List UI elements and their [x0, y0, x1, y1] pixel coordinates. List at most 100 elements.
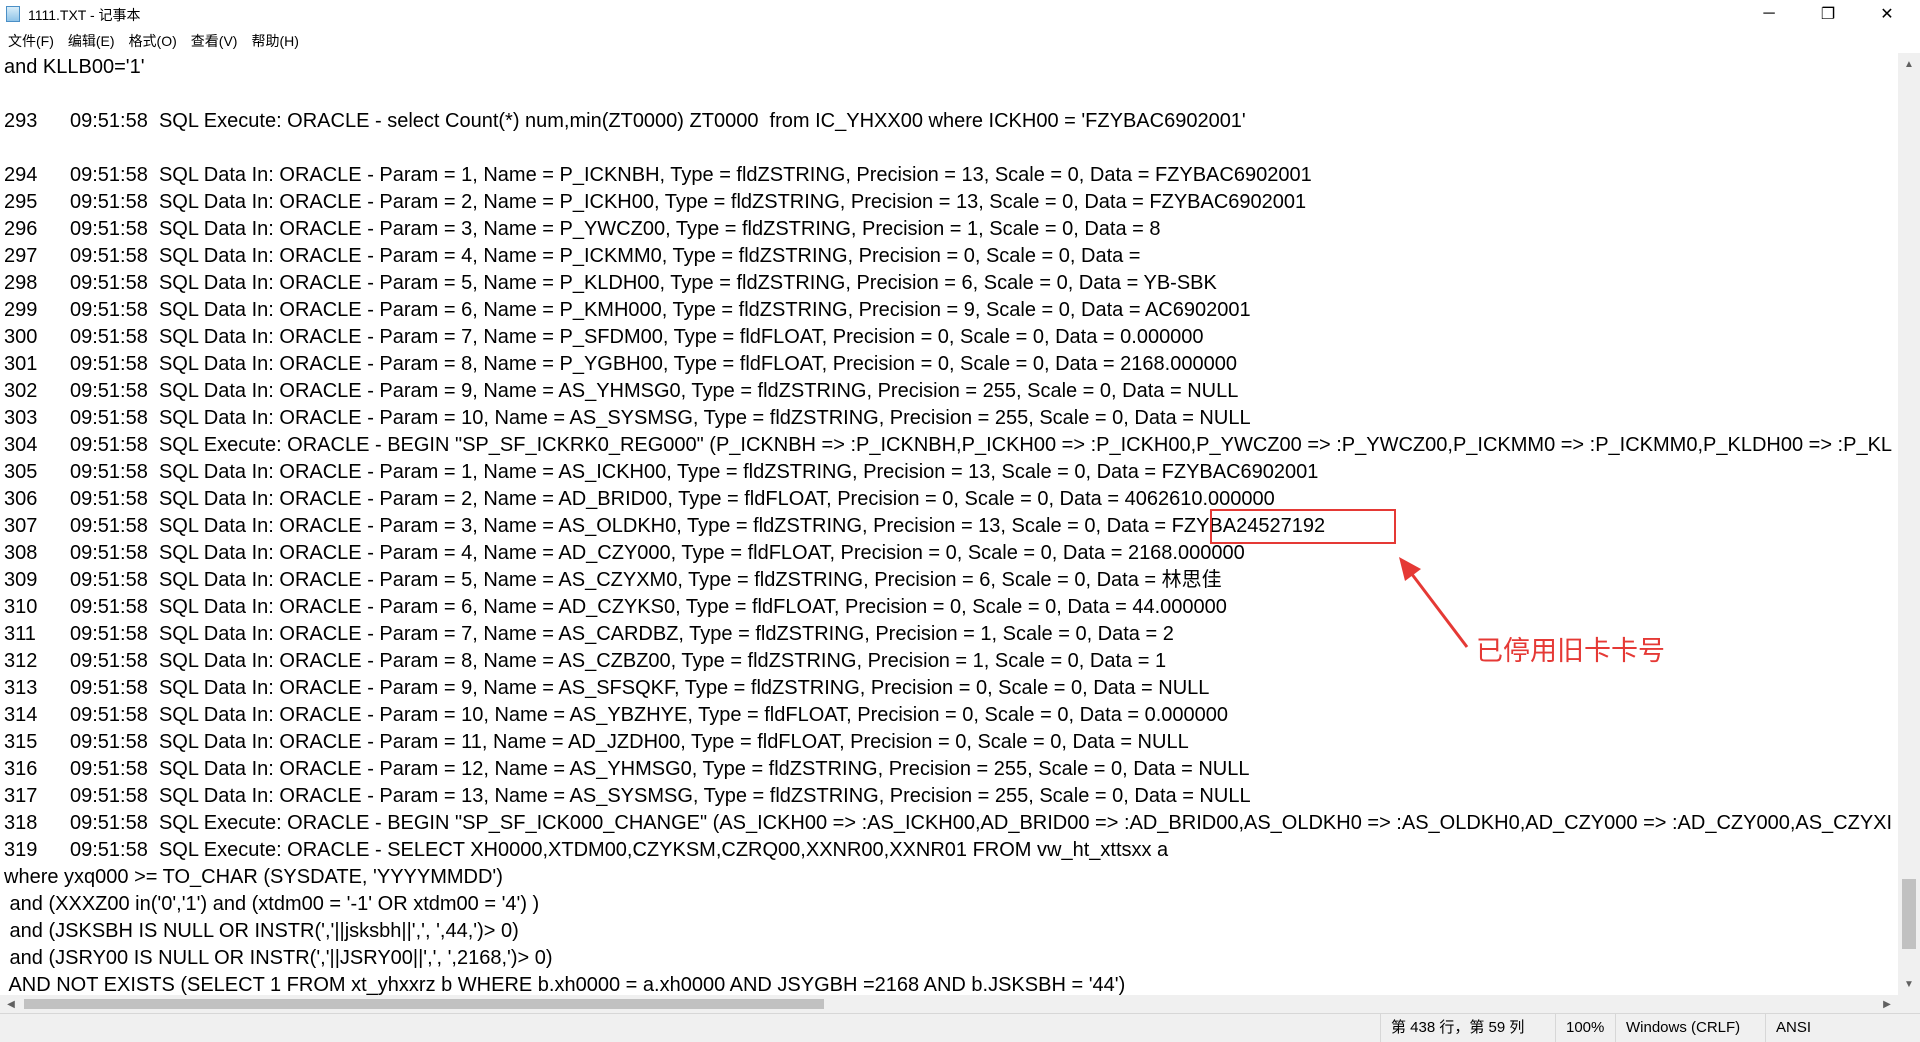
line-text: 09:51:58 SQL Data In: ORACLE - Param = 1… — [70, 785, 1251, 807]
line-text: 09:51:58 SQL Data In: ORACLE - Param = 3… — [70, 515, 1326, 537]
minimize-button[interactable]: ─ — [1740, 0, 1798, 28]
text-line: 319 09:51:58 SQL Execute: ORACLE - SELECT… — [4, 837, 1168, 864]
line-number: 293 — [4, 110, 38, 132]
line-text: and (JSRY00 IS NULL OR INSTR(','||JSRY00… — [4, 947, 553, 969]
line-text: 09:51:58 SQL Execute: ORACLE - BEGIN "SP… — [70, 434, 1893, 456]
encoding: ANSI — [1765, 1014, 1920, 1042]
line-number: 308 — [4, 542, 38, 564]
line-text: and KLLB00='1' — [4, 56, 145, 78]
line-number: 306 — [4, 488, 38, 510]
line-text: 09:51:58 SQL Data In: ORACLE - Param = 5… — [70, 272, 1217, 294]
text-line: 293 09:51:58 SQL Execute: ORACLE - select… — [4, 108, 1246, 135]
text-line: 301 09:51:58 SQL Data In: ORACLE - Param … — [4, 351, 1237, 378]
highlight-box — [1210, 509, 1396, 544]
notepad-icon — [6, 6, 20, 22]
line-number: 311 — [4, 623, 36, 645]
text-line: 311 09:51:58 SQL Data In: ORACLE - Param … — [4, 621, 1174, 648]
line-number: 307 — [4, 515, 38, 537]
annotation-label: 已停用旧卡卡号 — [1476, 636, 1665, 667]
text-line: AND NOT EXISTS (SELECT 1 FROM xt_yhxxrz … — [4, 972, 1125, 995]
line-text: 09:51:58 SQL Data In: ORACLE - Param = 1… — [70, 704, 1229, 726]
menu-file[interactable]: 文件(F) — [2, 31, 60, 51]
text-line: 306 09:51:58 SQL Data In: ORACLE - Param … — [4, 486, 1275, 513]
line-text: and (XXXZ00 in('0','1') and (xtdm00 = '-… — [4, 893, 540, 915]
line-text: 09:51:58 SQL Data In: ORACLE - Param = 7… — [70, 326, 1204, 348]
line-number: 301 — [4, 353, 38, 375]
text-line: 295 09:51:58 SQL Data In: ORACLE - Param … — [4, 189, 1306, 216]
line-text: 09:51:58 SQL Data In: ORACLE - Param = 6… — [70, 299, 1251, 321]
line-text: 09:51:58 SQL Execute: ORACLE - BEGIN "SP… — [70, 812, 1893, 834]
text-line: 313 09:51:58 SQL Data In: ORACLE - Param … — [4, 675, 1209, 702]
text-line: and (JSRY00 IS NULL OR INSTR(','||JSRY00… — [4, 945, 553, 972]
line-number: 319 — [4, 839, 38, 861]
line-text: 09:51:58 SQL Data In: ORACLE - Param = 7… — [70, 623, 1174, 645]
line-text: 09:51:58 SQL Data In: ORACLE - Param = 8… — [70, 650, 1167, 672]
text-line: 304 09:51:58 SQL Execute: ORACLE - BEGIN … — [4, 432, 1892, 459]
cursor-position: 第 438 行，第 59 列 — [1380, 1014, 1555, 1042]
restore-icon: ❐ — [1820, 6, 1836, 23]
line-text: 09:51:58 SQL Data In: ORACLE - Param = 1… — [70, 164, 1312, 186]
text-line: 298 09:51:58 SQL Data In: ORACLE - Param … — [4, 270, 1217, 297]
menu-format[interactable]: 格式(O) — [123, 31, 183, 51]
line-number: 303 — [4, 407, 38, 429]
scroll-up-icon[interactable]: ▲ — [1898, 53, 1920, 75]
close-button[interactable]: ✕ — [1858, 0, 1916, 28]
menu-view[interactable]: 查看(V) — [185, 31, 244, 51]
text-line: 308 09:51:58 SQL Data In: ORACLE - Param … — [4, 540, 1245, 567]
horizontal-scrollbar[interactable]: ◀ ▶ — [0, 995, 1898, 1013]
text-line: and (JSKSBH IS NULL OR INSTR(','||jsksbh… — [4, 918, 519, 945]
text-line: 299 09:51:58 SQL Data In: ORACLE - Param … — [4, 297, 1251, 324]
line-text: 09:51:58 SQL Data In: ORACLE - Param = 4… — [70, 245, 1141, 267]
line-number: 298 — [4, 272, 38, 294]
menu-bar: 文件(F) 编辑(E) 格式(O) 查看(V) 帮助(H) — [0, 30, 1920, 52]
vertical-scrollbar[interactable]: ▲ ▼ — [1898, 53, 1920, 995]
line-text: 09:51:58 SQL Data In: ORACLE - Param = 9… — [70, 677, 1210, 699]
line-number: 297 — [4, 245, 38, 267]
line-number: 315 — [4, 731, 38, 753]
line-text: 09:51:58 SQL Execute: ORACLE - select Co… — [70, 110, 1246, 132]
line-text: 09:51:58 SQL Data In: ORACLE - Param = 6… — [70, 596, 1227, 618]
line-text: 09:51:58 SQL Data In: ORACLE - Param = 2… — [70, 488, 1275, 510]
scroll-right-icon[interactable]: ▶ — [1876, 995, 1898, 1013]
line-number: 314 — [4, 704, 38, 726]
text-line: 307 09:51:58 SQL Data In: ORACLE - Param … — [4, 513, 1325, 540]
status-bar: 第 438 行，第 59 列 100% Windows (CRLF) ANSI — [0, 1013, 1920, 1042]
scroll-down-icon[interactable]: ▼ — [1898, 973, 1920, 995]
line-number: 305 — [4, 461, 38, 483]
menu-help[interactable]: 帮助(H) — [245, 31, 304, 51]
vertical-scroll-thumb[interactable] — [1902, 879, 1916, 949]
title-bar: 1111.TXT - 记事本 ─ ❐ ✕ — [0, 0, 1920, 28]
text-line: 303 09:51:58 SQL Data In: ORACLE - Param … — [4, 405, 1251, 432]
horizontal-scroll-thumb[interactable] — [24, 999, 824, 1009]
line-number: 296 — [4, 218, 38, 240]
line-text: 09:51:58 SQL Execute: ORACLE - SELECT XH… — [70, 839, 1169, 861]
scroll-left-icon[interactable]: ◀ — [0, 995, 22, 1013]
text-line: 300 09:51:58 SQL Data In: ORACLE - Param … — [4, 324, 1204, 351]
line-number: 316 — [4, 758, 38, 780]
line-number: 312 — [4, 650, 38, 672]
text-line: 294 09:51:58 SQL Data In: ORACLE - Param … — [4, 162, 1312, 189]
scrollbar-corner — [1898, 995, 1920, 1013]
window-title: 1111.TXT - 记事本 — [28, 7, 141, 23]
text-line: 316 09:51:58 SQL Data In: ORACLE - Param … — [4, 756, 1249, 783]
line-text: 09:51:58 SQL Data In: ORACLE - Param = 5… — [70, 569, 1222, 591]
line-text: 09:51:58 SQL Data In: ORACLE - Param = 2… — [70, 191, 1307, 213]
line-number: 302 — [4, 380, 38, 402]
line-text: where yxq000 >= TO_CHAR (SYSDATE, 'YYYYM… — [4, 866, 503, 888]
line-number: 310 — [4, 596, 38, 618]
line-text: and (JSKSBH IS NULL OR INSTR(','||jsksbh… — [4, 920, 519, 942]
line-number: 300 — [4, 326, 38, 348]
text-line: 317 09:51:58 SQL Data In: ORACLE - Param … — [4, 783, 1251, 810]
line-text: 09:51:58 SQL Data In: ORACLE - Param = 3… — [70, 218, 1161, 240]
text-line: 297 09:51:58 SQL Data In: ORACLE - Param … — [4, 243, 1140, 270]
maximize-button[interactable]: ❐ — [1799, 0, 1857, 28]
text-line: 312 09:51:58 SQL Data In: ORACLE - Param … — [4, 648, 1166, 675]
line-number: 313 — [4, 677, 38, 699]
line-text: 09:51:58 SQL Data In: ORACLE - Param = 1… — [70, 731, 1189, 753]
text-editor[interactable]: and KLLB00='1' 293 09:51:58 SQL Execute: O… — [0, 53, 1898, 995]
annotation-arrow — [1399, 557, 1469, 648]
line-number: 317 — [4, 785, 38, 807]
line-text: 09:51:58 SQL Data In: ORACLE - Param = 1… — [70, 407, 1251, 429]
text-line: 305 09:51:58 SQL Data In: ORACLE - Param … — [4, 459, 1318, 486]
menu-edit[interactable]: 编辑(E) — [62, 31, 121, 51]
